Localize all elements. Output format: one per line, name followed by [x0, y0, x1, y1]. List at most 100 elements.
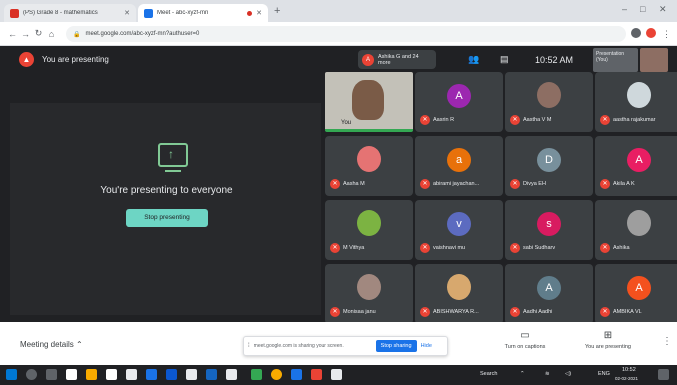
participant-tile[interactable]: ✕ Ashika: [595, 200, 677, 260]
extension-icon[interactable]: [631, 28, 641, 38]
participant-name: Akila A K: [613, 181, 635, 187]
participant-name: aastha rajakumar: [613, 117, 656, 123]
taskbar-time[interactable]: 10:52: [622, 367, 636, 373]
app-white-icon[interactable]: [331, 369, 342, 380]
participant-avatar: D: [537, 148, 561, 172]
taskbar-date[interactable]: 02-02-2021: [615, 376, 638, 381]
presenting-title: You are presenting: [42, 55, 109, 64]
mic-off-icon: ✕: [330, 179, 340, 189]
url-field[interactable]: 🔒 meet.google.com/abc-xyzf-mn?authuser=0: [66, 26, 626, 42]
notepad-icon[interactable]: [186, 369, 197, 380]
more-options-icon[interactable]: ⋮: [662, 336, 672, 347]
meet-favicon-icon: [144, 8, 153, 18]
presentation-thumbnail[interactable]: Presentation (You): [593, 48, 638, 72]
language-indicator[interactable]: ENG: [598, 371, 610, 377]
self-video-face: [352, 80, 384, 120]
participant-tile[interactable]: s ✕ sabi Sudharv: [505, 200, 593, 260]
participant-tile[interactable]: ✕ aastha rajakumar: [595, 72, 677, 132]
mail-icon[interactable]: [106, 369, 117, 380]
self-video-tile[interactable]: You: [325, 72, 413, 132]
close-window-icon[interactable]: ✕: [659, 4, 667, 15]
tab-close-icon[interactable]: ✕: [124, 9, 130, 17]
lock-icon: 🔒: [73, 31, 81, 38]
participant-tile[interactable]: ✕ ABISHWARYA R...: [415, 264, 503, 324]
mic-off-icon: ✕: [330, 243, 340, 253]
chat-icon[interactable]: ▤: [500, 54, 509, 65]
share-banner-message: meet.google.com is sharing your screen.: [253, 343, 344, 349]
store-icon[interactable]: [66, 369, 77, 380]
participant-name: M Vithya: [343, 245, 365, 251]
participant-name: Aastha V M: [523, 117, 552, 123]
stop-presenting-button[interactable]: Stop presenting: [126, 209, 208, 227]
task-view-icon[interactable]: [46, 369, 57, 380]
participant-tile[interactable]: v ✕ vaishnavi mu: [415, 200, 503, 260]
calendar-icon[interactable]: [126, 369, 137, 380]
participant-photo: [447, 274, 471, 300]
share-grip-icon: ⁞: [248, 343, 250, 349]
word-doc-icon[interactable]: [166, 369, 177, 380]
file-explorer-icon[interactable]: [86, 369, 97, 380]
self-tile-name: You: [341, 120, 352, 126]
volume-icon[interactable]: ◁): [565, 371, 571, 377]
stop-sharing-button[interactable]: Stop sharing: [375, 340, 417, 352]
doc-icon[interactable]: [226, 369, 237, 380]
profile-avatar[interactable]: [646, 28, 656, 38]
app-icon[interactable]: [206, 369, 217, 380]
participant-name: vaishnavi mu: [433, 245, 466, 251]
participant-name: abirami jayachan...: [433, 181, 480, 187]
hide-banner-link[interactable]: Hide: [421, 343, 432, 349]
browser-tab-meet[interactable]: Meet - abc-xyzf-mn ✕: [138, 4, 268, 22]
teams-icon[interactable]: [291, 369, 302, 380]
join-notification[interactable]: A Ashika G and 24 more: [358, 50, 436, 69]
notifications-icon[interactable]: [658, 369, 669, 380]
participant-name: Ashika: [613, 245, 630, 251]
participant-tile[interactable]: ✕ Aasha M: [325, 136, 413, 196]
participant-tile[interactable]: ✕ Aastha V M: [505, 72, 593, 132]
tab-close-icon[interactable]: ✕: [256, 9, 262, 17]
notification-text: Ashika G and 24 more: [378, 53, 419, 66]
meet-stage: ▲ You are presenting A Ashika G and 24 m…: [0, 46, 677, 324]
participant-name: AMBIKA VL: [613, 309, 642, 315]
search-icon[interactable]: [26, 369, 37, 380]
minimize-icon[interactable]: –: [622, 4, 627, 14]
network-icon[interactable]: ⌃: [520, 371, 525, 377]
maximize-icon[interactable]: □: [640, 4, 645, 14]
forward-icon[interactable]: →: [19, 29, 32, 39]
participant-tile[interactable]: ✕ M Vithya: [325, 200, 413, 260]
url-text: meet.google.com/abc-xyzf-mn?authuser=0: [85, 31, 200, 37]
participant-tile[interactable]: A ✕ Akila A K: [595, 136, 677, 196]
participant-avatar: A: [627, 276, 651, 300]
taskbar-search-text[interactable]: Search: [480, 371, 497, 377]
mic-off-icon: ✕: [600, 243, 610, 253]
browser-tab-classroom[interactable]: (PS) Grade 8 - mathematics ✕: [4, 4, 136, 22]
new-tab-button[interactable]: +: [274, 5, 280, 17]
mic-off-icon: ✕: [600, 307, 610, 317]
back-icon[interactable]: ←: [6, 29, 19, 39]
participant-tile[interactable]: D ✕ Divya EH: [505, 136, 593, 196]
mic-off-icon: ✕: [420, 179, 430, 189]
presenting-button[interactable]: ⊞ You are presenting: [580, 330, 636, 350]
captions-button[interactable]: ▭ Turn on captions: [497, 330, 553, 350]
word-icon[interactable]: [146, 369, 157, 380]
people-icon[interactable]: 👥: [468, 54, 479, 65]
participant-tile[interactable]: A ✕ Aadhi Aadhi: [505, 264, 593, 324]
meeting-clock: 10:52 AM: [535, 55, 574, 65]
participant-tile[interactable]: A ✕ Aasrin R: [415, 72, 503, 132]
home-icon[interactable]: ⌂: [45, 29, 58, 39]
app-red-icon[interactable]: [311, 369, 322, 380]
participant-tile[interactable]: ✕ Monisaa janu: [325, 264, 413, 324]
participant-name: Divya EH: [523, 181, 546, 187]
chrome-icon[interactable]: [271, 369, 282, 380]
mic-off-icon: ✕: [600, 115, 610, 125]
start-icon[interactable]: [6, 369, 17, 380]
reload-icon[interactable]: ↻: [32, 28, 45, 39]
meeting-details-button[interactable]: Meeting details ⌃: [20, 340, 83, 349]
participant-photo: [357, 210, 381, 236]
participant-tile[interactable]: a ✕ abirami jayachan...: [415, 136, 503, 196]
browser-menu-icon[interactable]: ⋮: [660, 29, 673, 40]
wifi-icon[interactable]: ≋: [545, 371, 550, 377]
excel-icon[interactable]: [251, 369, 262, 380]
participant-tile[interactable]: A ✕ AMBIKA VL: [595, 264, 677, 324]
self-camera-thumbnail[interactable]: [640, 48, 668, 72]
present-screen-icon: ↑: [158, 143, 188, 167]
